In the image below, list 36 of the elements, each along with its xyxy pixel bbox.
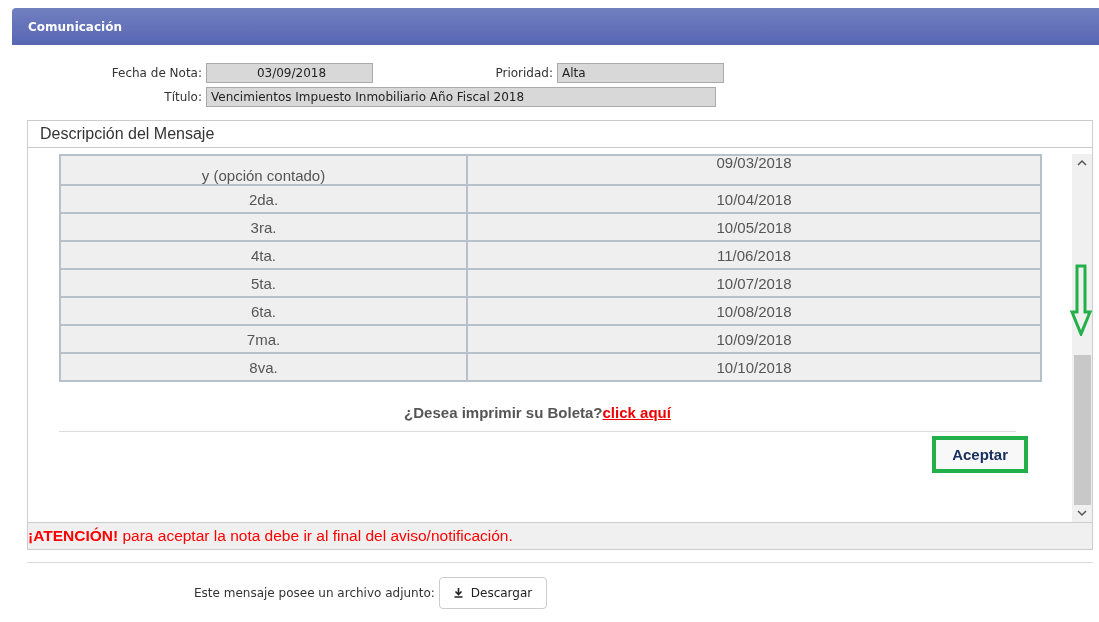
down-arrow-icon: [1070, 264, 1092, 336]
table-cell: 10/05/2018: [467, 213, 1041, 241]
download-button[interactable]: Descargar: [438, 577, 548, 609]
table-cell: 6ta.: [60, 297, 467, 325]
panel-title: Descripción del Mensaje: [40, 125, 215, 143]
title-field[interactable]: Vencimientos Impuesto Inmobiliario Año Fiscal 2018: [206, 87, 716, 107]
table-cell: 3ra.: [60, 213, 467, 241]
table-cell: 8va.: [60, 353, 467, 381]
attachment-label: Este mensaje posee un archivo adjunto:: [194, 586, 435, 600]
print-link[interactable]: click aquí: [602, 404, 671, 421]
scrollbar[interactable]: [1072, 154, 1092, 522]
header-title: Comunicación: [28, 19, 122, 34]
table-cell: 2da.: [60, 185, 467, 213]
accept-button[interactable]: Aceptar: [932, 436, 1028, 473]
table-cell: 10/10/2018: [467, 353, 1041, 381]
priority-field[interactable]: Alta: [557, 63, 724, 83]
table-cell: 4ta.: [60, 241, 467, 269]
scroll-down-icon[interactable]: [1077, 510, 1087, 517]
date-field[interactable]: 03/09/2018: [206, 63, 373, 83]
table-cell: 09/03/2018: [467, 155, 1041, 185]
field-label: Fecha de Nota:: [110, 66, 203, 80]
scrollbar-thumb[interactable]: [1073, 355, 1091, 505]
table-cell: 10/04/2018: [467, 185, 1041, 213]
table-cell: 10/09/2018: [467, 325, 1041, 353]
table-cell: 11/06/2018: [467, 241, 1041, 269]
table-cell: 10/07/2018: [467, 269, 1041, 297]
table-cell: 5ta.: [60, 269, 467, 297]
download-icon: [453, 588, 463, 598]
warning-text: ¡ATENCIÓN! para aceptar la nota debe ir al final del aviso/notificación.: [28, 527, 513, 545]
scroll-up-icon[interactable]: [1077, 159, 1087, 166]
table-cell: 10/08/2018: [467, 297, 1041, 325]
print-prompt: ¿Desea imprimir su Boleta?: [404, 404, 603, 421]
field-label: Título:: [163, 90, 203, 104]
field-label: Prioridad:: [494, 66, 554, 80]
table-cell: y (opción contado): [60, 155, 467, 185]
table-cell: 7ma.: [60, 325, 467, 353]
